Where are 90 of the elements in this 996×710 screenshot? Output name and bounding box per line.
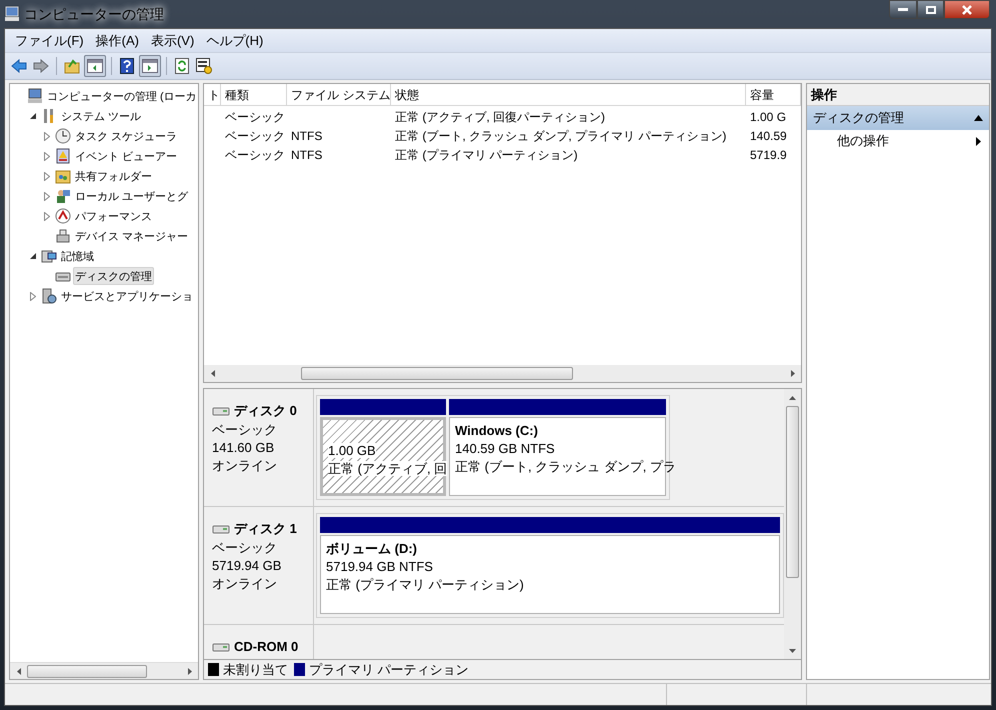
disk-name: CD-ROM 0 bbox=[234, 638, 298, 656]
tree-item[interactable]: ディスクの管理 bbox=[73, 267, 154, 285]
folder-icon bbox=[55, 168, 71, 184]
disk-name: ディスク 1 bbox=[234, 520, 297, 538]
log-icon bbox=[55, 148, 71, 164]
legend-label: プライマリ パーティション bbox=[309, 660, 469, 679]
disk-info-text: オンライン bbox=[212, 456, 278, 474]
disk-info-text: ベーシック bbox=[212, 420, 278, 438]
volume-info-text: 正常 (プライマリ パーティション) bbox=[326, 577, 524, 592]
right-arrow-icon[interactable] bbox=[188, 668, 192, 674]
users-icon bbox=[55, 188, 71, 204]
computer-icon bbox=[4, 6, 20, 22]
table-cell: 正常 (アクティブ, 回復パーティション) bbox=[395, 110, 605, 124]
disk-name: ディスク 0 bbox=[234, 402, 297, 420]
window-title: コンピューターの管理 bbox=[24, 4, 164, 24]
tree-item[interactable]: タスク スケジューラ bbox=[73, 127, 180, 145]
horizontal-scrollbar[interactable] bbox=[10, 662, 198, 679]
console-tree-button[interactable] bbox=[84, 55, 106, 77]
minimize-button[interactable] bbox=[889, 0, 917, 19]
disk-info-text: ベーシック bbox=[212, 538, 278, 556]
tree-item[interactable]: コンピューターの管理 (ローカ bbox=[45, 87, 198, 105]
up-arrow-icon[interactable] bbox=[789, 396, 796, 400]
menu-item[interactable]: ヘルプ(H) bbox=[200, 30, 270, 50]
close-icon bbox=[961, 4, 973, 14]
table-cell: ベーシック bbox=[225, 128, 285, 142]
table-cell: 正常 (ブート, クラッシュ ダンプ, プライマリ パーティション) bbox=[395, 128, 726, 142]
volume-title: Windows (C:) bbox=[455, 423, 538, 438]
action-item[interactable]: 他の操作 bbox=[807, 130, 989, 152]
column-header[interactable]: 状態 bbox=[391, 84, 746, 105]
close-button[interactable] bbox=[944, 0, 990, 19]
table-cell: 140.59 bbox=[750, 128, 787, 142]
gauge-icon bbox=[55, 208, 71, 224]
volume-info-text: 1.00 GB bbox=[328, 443, 376, 458]
volume-title: ボリューム (D:) bbox=[326, 541, 417, 556]
table-cell: NTFS bbox=[291, 128, 322, 142]
disk-info-text: 141.60 GB bbox=[212, 438, 276, 456]
services-icon bbox=[41, 288, 57, 304]
submenu-arrow-icon bbox=[976, 136, 981, 146]
drive-icon bbox=[212, 522, 230, 535]
down-arrow-icon[interactable] bbox=[789, 648, 796, 652]
tree-item[interactable]: イベント ビューアー bbox=[73, 147, 180, 165]
left-arrow-icon[interactable] bbox=[210, 370, 214, 377]
horizontal-scrollbar[interactable] bbox=[204, 365, 801, 382]
refresh-button[interactable] bbox=[172, 56, 192, 76]
table-cell: 1.00 G bbox=[750, 110, 786, 124]
tree-item[interactable]: ローカル ユーザーとグ bbox=[73, 187, 190, 205]
menu-item[interactable]: ファイル(F) bbox=[9, 30, 90, 50]
table-cell: ベーシック bbox=[225, 148, 285, 162]
table-cell: 正常 (プライマリ パーティション) bbox=[395, 148, 578, 162]
tree-item[interactable]: パフォーマンス bbox=[73, 207, 154, 225]
minimize-icon bbox=[898, 8, 908, 11]
drive-icon bbox=[212, 640, 230, 653]
maximize-button[interactable] bbox=[917, 0, 944, 19]
menu-item[interactable]: 操作(A) bbox=[90, 30, 145, 50]
tree-item[interactable]: システム ツール bbox=[59, 107, 144, 125]
action-pane-button[interactable] bbox=[139, 55, 161, 77]
tree-item[interactable]: 共有フォルダー bbox=[73, 167, 154, 185]
tree-item[interactable]: デバイス マネージャー bbox=[73, 227, 190, 245]
legend-label: 未割り当て bbox=[223, 660, 288, 679]
column-header[interactable]: 種類 bbox=[221, 84, 287, 105]
drive-icon bbox=[212, 404, 230, 417]
disk-info-text: 5719.94 GB bbox=[212, 556, 282, 574]
disk-info-text: オンライン bbox=[212, 574, 278, 592]
column-header[interactable]: 容量 bbox=[746, 84, 801, 105]
volume-info-text: 正常 (ブート, クラッシュ ダンプ, プラ bbox=[455, 459, 676, 474]
help-button[interactable] bbox=[117, 56, 137, 76]
column-header[interactable]: ファイル システム bbox=[287, 84, 391, 105]
volume-info-text: 正常 (アクティブ, 回 bbox=[328, 461, 448, 476]
back-button[interactable] bbox=[9, 56, 29, 76]
menu-item[interactable]: 表示(V) bbox=[144, 30, 200, 50]
maximize-icon bbox=[926, 6, 936, 14]
vertical-scrollbar[interactable] bbox=[784, 389, 801, 659]
volume-info-text: 140.59 GB NTFS bbox=[455, 441, 555, 456]
table-cell: ベーシック bbox=[225, 110, 285, 124]
forward-button[interactable] bbox=[31, 56, 51, 76]
pane-header: 操作 bbox=[807, 84, 989, 106]
device-icon bbox=[55, 228, 71, 244]
tree-item[interactable]: 記憶域 bbox=[59, 247, 96, 265]
right-arrow-icon[interactable] bbox=[790, 370, 794, 377]
action-section-header[interactable]: ディスクの管理 bbox=[807, 106, 989, 130]
volume-info-text: 5719.94 GB NTFS bbox=[326, 559, 433, 574]
clock-icon bbox=[55, 128, 71, 144]
properties-button[interactable] bbox=[194, 56, 214, 76]
column-header[interactable]: ト bbox=[204, 84, 221, 105]
tree-item[interactable]: サービスとアプリケーショ bbox=[59, 287, 195, 305]
storage-icon bbox=[41, 248, 57, 264]
computer-icon bbox=[27, 88, 43, 104]
table-cell: NTFS bbox=[291, 148, 322, 162]
table-cell: 5719.9 bbox=[750, 148, 787, 162]
left-arrow-icon[interactable] bbox=[16, 668, 20, 674]
